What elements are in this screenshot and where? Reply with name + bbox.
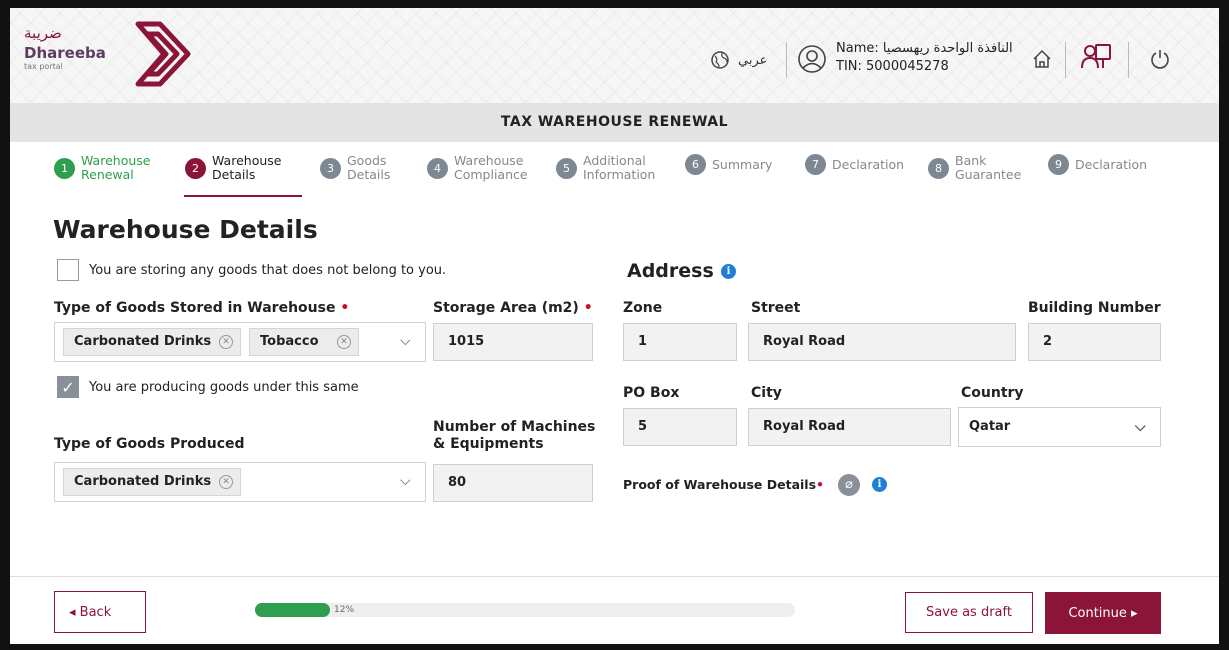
continue-button[interactable]: Continue ▸ [1045,592,1161,634]
building-number-input[interactable]: 2 [1028,323,1161,361]
attachment-icon[interactable]: ⌀ [838,474,860,496]
step-label: Goods Details [347,153,391,182]
po-box-input[interactable]: 5 [623,408,737,446]
step-declaration[interactable]: 7 Declaration [805,154,904,175]
building-number-label: Building Number [1028,300,1161,316]
zone-label: Zone [623,300,663,316]
chevron-down-icon[interactable]: ⌵ [400,473,411,489]
machines-input[interactable]: 80 [433,464,593,502]
page-section-title: TAX WAREHOUSE RENEWAL [10,103,1219,142]
po-box-label: PO Box [623,385,680,401]
chevron-down-icon[interactable]: ⌵ [400,333,411,349]
step-number: 5 [556,157,577,179]
logo-name: Dhareeba [24,44,106,62]
step-label: Warehouse Details [212,153,282,182]
step-label: Summary [712,156,773,172]
step-bank-guarantee[interactable]: 8 Bank Guarantee [928,154,1021,182]
storage-area-label: Storage Area (m2) • [433,300,593,316]
user-name: Name: النافذة الواحدة ريهسصيا [836,41,1013,56]
tag-carbonated-drinks: Carbonated Drinks ✕ [63,468,241,496]
step-warehouse-renewal[interactable]: 1 Warehouse Renewal [54,154,150,182]
page-title: Warehouse Details [53,215,318,244]
producing-goods-label: You are producing goods under this same [89,380,359,395]
home-icon[interactable] [1031,48,1053,70]
city-input[interactable]: Royal Road [748,408,951,446]
header-divider [1065,42,1066,78]
tag-carbonated-drinks: Carbonated Drinks ✕ [63,328,241,356]
tag-tobacco: Tobacco ✕ [249,328,359,356]
header-divider [786,42,787,78]
step-summary[interactable]: 6 Summary [685,154,772,175]
tag-label: Carbonated Drinks [74,474,212,489]
step-label: Additional Information [583,153,656,182]
country-label: Country [961,385,1024,401]
tag-label: Carbonated Drinks [74,334,212,349]
step-number: 7 [805,154,826,175]
street-label: Street [751,300,801,316]
zone-input[interactable]: 1 [623,323,737,361]
step-additional-information[interactable]: 5 Additional Information [556,154,655,182]
step-number: 4 [427,157,448,179]
progress-fill [255,603,330,617]
app-window: ضريبة Dhareeba tax portal عربي Name: الن… [10,8,1219,644]
progress-stepper: 1 Warehouse Renewal 2 Warehouse Details 3 … [10,146,1219,198]
save-draft-button[interactable]: Save as draft [905,592,1033,633]
country-select[interactable]: Qatar ⌵ [958,407,1161,447]
logo-subtitle: tax portal [24,62,63,71]
remove-tag-icon[interactable]: ✕ [337,335,351,349]
header-divider [1128,42,1129,78]
storage-area-input[interactable]: 1015 [433,323,593,361]
logo-arabic-text: ضريبة [24,24,62,42]
progress-percent: 12% [334,605,355,615]
not-own-goods-checkbox[interactable] [57,259,79,281]
step-label: Declaration [1075,156,1148,172]
step-goods-details[interactable]: 3 Goods Details [320,154,390,182]
step-number: 6 [685,154,706,175]
address-info-icon[interactable]: i [721,264,736,279]
not-own-goods-label: You are storing any goods that does not … [89,263,447,278]
remove-tag-icon[interactable]: ✕ [219,335,233,349]
address-heading: Address [627,260,714,282]
globe-icon[interactable] [710,50,730,70]
user-icon[interactable] [797,44,827,74]
step-label: Warehouse Renewal [81,153,151,182]
step-warehouse-details[interactable]: 2 Warehouse Details [185,154,281,182]
remove-tag-icon[interactable]: ✕ [219,475,233,489]
producing-goods-checkbox[interactable]: ✓ [57,376,79,398]
step-number: 9 [1048,154,1069,175]
step-warehouse-compliance[interactable]: 4 Warehouse Compliance [427,154,528,182]
back-button[interactable]: ◂ Back [54,591,146,633]
dhareeba-logo-icon[interactable] [134,20,192,88]
active-step-indicator [184,195,302,197]
proof-label: Proof of Warehouse Details• [623,477,825,492]
stored-goods-label: Type of Goods Stored in Warehouse • [54,300,350,316]
step-number: 1 [54,157,75,179]
chevron-down-icon[interactable]: ⌵ [1135,408,1146,446]
city-label: City [751,385,782,401]
produced-goods-label: Type of Goods Produced [54,436,245,452]
step-number: 3 [320,157,341,179]
footer-divider [10,576,1219,577]
stored-goods-select[interactable]: Carbonated Drinks ✕ Tobacco ✕ ⌵ [54,322,426,362]
street-input[interactable]: Royal Road [748,323,1016,361]
proof-info-icon[interactable]: i [872,477,887,492]
step-number: 2 [185,157,206,179]
tag-label: Tobacco [260,334,319,349]
power-icon[interactable] [1149,48,1171,70]
step-label: Declaration [832,156,905,172]
top-header: ضريبة Dhareeba tax portal عربي Name: الن… [10,8,1219,103]
step-label: Warehouse Compliance [454,153,528,182]
handshake-icon[interactable] [1079,42,1113,76]
step-number: 8 [928,157,949,179]
produced-goods-select[interactable]: Carbonated Drinks ✕ ⌵ [54,462,426,502]
user-tin: TIN: 5000045278 [836,59,949,74]
step-final-declaration[interactable]: 9 Declaration [1048,154,1147,175]
country-value: Qatar [969,419,1011,434]
step-label: Bank Guarantee [955,153,1022,182]
machines-label: Number of Machines & Equipments [433,419,596,452]
language-toggle[interactable]: عربي [738,53,767,68]
